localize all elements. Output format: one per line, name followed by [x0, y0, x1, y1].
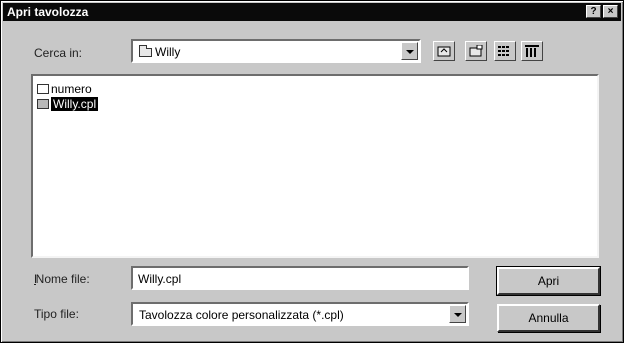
dropdown-arrow-icon[interactable] — [449, 305, 466, 323]
look-in-dropdown[interactable]: Willy — [131, 39, 421, 63]
up-folder-icon — [437, 46, 451, 57]
close-button[interactable]: × — [603, 5, 618, 18]
folder-icon — [37, 84, 49, 94]
file-type-label: Tipo file: — [34, 307, 79, 321]
details-view-icon — [525, 45, 539, 57]
file-name-label-text: Nome file: — [35, 272, 90, 286]
open-palette-dialog: Apri tavolozza ? × Cerca in: Willy numer… — [0, 0, 624, 343]
new-folder-icon — [469, 45, 483, 57]
folder-icon — [139, 45, 152, 57]
file-list[interactable]: numero Willy.cpl — [31, 74, 599, 258]
palette-file-icon — [37, 99, 49, 109]
file-name-label: NNome file: — [34, 272, 90, 286]
cancel-button[interactable]: Annulla — [497, 304, 600, 332]
file-type-value: Tavolozza colore personalizzata (*.cpl) — [139, 308, 344, 322]
file-name-input[interactable]: Willy.cpl — [131, 266, 469, 290]
open-button[interactable]: Apri — [496, 266, 601, 296]
list-item-label: Willy.cpl — [51, 97, 99, 111]
look-in-label: Cerca in: — [34, 46, 83, 60]
file-name-value: Willy.cpl — [138, 272, 182, 286]
title-bar[interactable]: Apri tavolozza ? × — [3, 3, 621, 21]
list-item-label: numero — [51, 82, 92, 96]
dialog-title: Apri tavolozza — [7, 5, 89, 19]
list-view-button[interactable] — [494, 41, 516, 61]
up-folder-button[interactable] — [433, 41, 455, 61]
help-button[interactable]: ? — [586, 5, 601, 18]
details-view-button[interactable] — [521, 41, 543, 61]
file-type-dropdown[interactable]: Tavolozza colore personalizzata (*.cpl) — [131, 302, 469, 326]
new-folder-button[interactable] — [465, 41, 487, 61]
list-view-icon — [498, 46, 509, 56]
list-item-file[interactable]: Willy.cpl — [37, 97, 99, 112]
dropdown-arrow-icon[interactable] — [401, 42, 418, 60]
look-in-value: Willy — [155, 45, 181, 59]
list-item-folder[interactable]: numero — [37, 82, 92, 97]
